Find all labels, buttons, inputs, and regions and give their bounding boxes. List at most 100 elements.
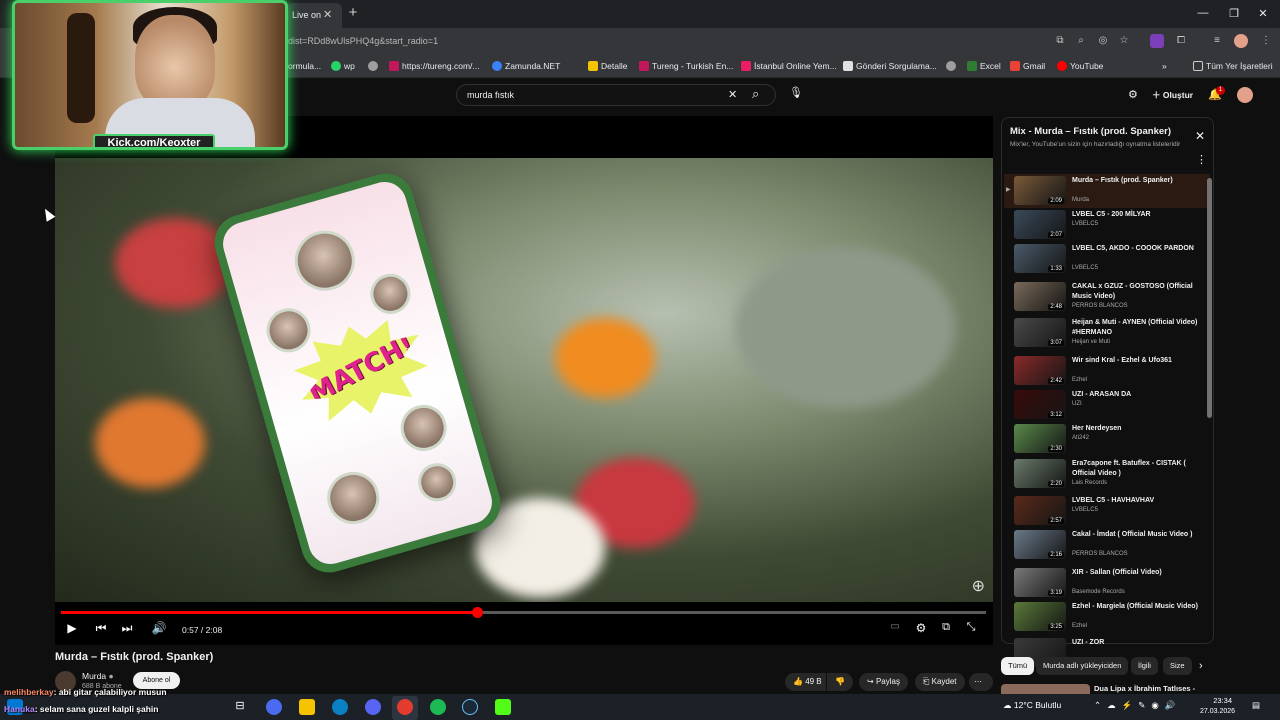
- playlist-thumbnail[interactable]: 1:33: [1014, 244, 1066, 273]
- url-field[interactable]: dist=RDd8wUlsPHQ4g&start_radio=1: [288, 36, 438, 46]
- playlist-scrollbar[interactable]: [1207, 178, 1212, 418]
- playlist-thumbnail[interactable]: 3:12: [1014, 390, 1066, 419]
- chip-for-you[interactable]: Size: [1163, 657, 1192, 675]
- playlist-item[interactable]: 3:19 XIR - Sallan (Official Video) Basemod…: [1004, 566, 1210, 600]
- extension-icon[interactable]: [1150, 34, 1164, 48]
- playlist-thumbnail[interactable]: 2:16: [1014, 530, 1066, 559]
- chevron-right-icon[interactable]: ›: [1199, 660, 1203, 672]
- playlist-item[interactable]: 2:07 LVBEL C5 - 200 MİLYAR LVBELC5: [1004, 208, 1210, 242]
- playlist-thumbnail[interactable]: 2:07: [1014, 210, 1066, 239]
- bookmark-item[interactable]: ormula...: [288, 61, 321, 71]
- bookmark-item[interactable]: İstanbul Online Yem...: [741, 61, 837, 71]
- playlist-thumbnail[interactable]: 3:25: [1014, 602, 1066, 631]
- playlist-thumbnail[interactable]: 2:42: [1014, 356, 1066, 385]
- bookmark-item[interactable]: [946, 61, 956, 71]
- bookmark-item[interactable]: Detalle: [588, 61, 627, 71]
- bookmark-item[interactable]: Zamunda.NET: [492, 61, 560, 71]
- bookmark-item[interactable]: wp: [331, 61, 355, 71]
- channel-name[interactable]: Murda ●: [82, 671, 114, 681]
- steam-icon[interactable]: [462, 699, 478, 715]
- more-vert-icon[interactable]: ⋮: [1196, 153, 1207, 166]
- search-icon[interactable]: ⌕: [752, 86, 759, 102]
- fullscreen-icon[interactable]: ⤡: [962, 621, 980, 634]
- all-bookmarks[interactable]: Tüm Yer İşaretleri: [1193, 61, 1273, 71]
- chip-all[interactable]: Tümü: [1001, 657, 1035, 675]
- playlist-item[interactable]: 2:16 Cakal - İmdat ( Official Music Video…: [1004, 528, 1210, 562]
- bookmark-item[interactable]: YouTube: [1057, 61, 1103, 71]
- task-view-icon[interactable]: ⊟: [232, 699, 248, 715]
- system-tray-icons[interactable]: ⌃☁⚡✎◉🔊: [1094, 700, 1181, 711]
- playlist-item[interactable]: ▶ 2:09 Murda – Fıstık (prod. Spanker) Murda: [1004, 174, 1210, 208]
- chip-related[interactable]: İlgili: [1131, 657, 1158, 675]
- puzzle-icon[interactable]: ⧠: [1174, 34, 1188, 48]
- playlist-item[interactable]: 2:20 Era7capone ft. Batuflex - CISTAK ( O…: [1004, 457, 1210, 491]
- more-actions-button[interactable]: ⋯: [969, 673, 993, 691]
- close-tab-icon[interactable]: ✕: [323, 8, 332, 21]
- profile-avatar[interactable]: [1234, 34, 1248, 48]
- clock-date[interactable]: 27.03.2026: [1200, 708, 1235, 715]
- bookmark-item[interactable]: Excel: [967, 61, 1001, 71]
- create-button[interactable]: ＋ Oluştur: [1152, 89, 1193, 101]
- playlist-item[interactable]: 3:12 UZI - ARASAN DA UZI: [1004, 388, 1210, 422]
- volume-icon[interactable]: 🔊: [150, 621, 168, 635]
- maximize-icon[interactable]: ❐: [1224, 7, 1244, 20]
- miniplayer-icon[interactable]: ⧉: [937, 621, 955, 634]
- playlist-item[interactable]: 2:30 Her Nerdeysen Ati242: [1004, 422, 1210, 456]
- install-icon[interactable]: ⧉: [1053, 34, 1067, 48]
- chrome-icon[interactable]: [397, 699, 413, 715]
- playlist-thumbnail[interactable]: 2:30: [1014, 424, 1066, 453]
- bookmark-item[interactable]: Tureng - Turkish En...: [639, 61, 733, 71]
- share-button[interactable]: ↪ Paylaş: [859, 673, 908, 691]
- next-icon[interactable]: ⏭: [118, 621, 136, 636]
- reading-list-icon[interactable]: ≡: [1210, 34, 1224, 48]
- zoom-icon[interactable]: ⌕: [1074, 34, 1088, 48]
- bookmark-item[interactable]: [368, 61, 378, 71]
- new-tab-icon[interactable]: +: [345, 5, 361, 21]
- playlist-thumbnail[interactable]: 2:09: [1014, 176, 1066, 205]
- previous-icon[interactable]: ⏮: [92, 621, 110, 636]
- bookmark-item[interactable]: Gmail: [1010, 61, 1045, 71]
- avatar[interactable]: [1237, 87, 1253, 103]
- play-icon[interactable]: ▶: [63, 621, 81, 635]
- bookmark-item[interactable]: Gönderi Sorgulama...: [843, 61, 937, 71]
- cast-icon[interactable]: ⚙: [1128, 88, 1138, 101]
- playlist-thumbnail[interactable]: 3:19: [1014, 568, 1066, 597]
- settings-gear-icon[interactable]: ⚙: [912, 621, 930, 635]
- clock-time[interactable]: 23:34: [1200, 696, 1232, 705]
- clear-search-icon[interactable]: ✕: [728, 88, 737, 101]
- playlist-thumbnail[interactable]: 2:48: [1014, 282, 1066, 311]
- next-video-title[interactable]: Dua Lipa x İbrahim Tatlıses -: [1094, 684, 1195, 693]
- playlist-thumbnail[interactable]: 2:57: [1014, 496, 1066, 525]
- notification-center-icon[interactable]: ▤: [1252, 700, 1260, 711]
- video-frame[interactable]: MATCH! ⊕: [55, 158, 993, 602]
- copilot-icon[interactable]: [266, 699, 282, 715]
- playlist-item[interactable]: 2:57 LVBEL C5 - HAVHAVHAV LVBELC5: [1004, 494, 1210, 528]
- chevron-right-icon[interactable]: »: [1162, 61, 1167, 71]
- minimize-icon[interactable]: —: [1193, 7, 1213, 19]
- close-window-icon[interactable]: ✕: [1253, 7, 1273, 20]
- edge-icon[interactable]: [332, 699, 348, 715]
- captions-icon[interactable]: ▭: [886, 621, 904, 632]
- playlist-thumbnail[interactable]: 2:20: [1014, 459, 1066, 488]
- playlist-item[interactable]: 2:42 Wir sind Kral - Ezhel & Ufo361 Ezhel: [1004, 354, 1210, 388]
- playlist-item[interactable]: 3:25 Ezhel - Margiela (Official Music Vid…: [1004, 600, 1210, 634]
- close-icon[interactable]: ✕: [1195, 129, 1205, 143]
- dislike-button[interactable]: 👎: [827, 673, 853, 691]
- menu-dots-icon[interactable]: ⋮: [1259, 34, 1273, 48]
- eye-off-icon[interactable]: ◎: [1096, 34, 1110, 48]
- chip-uploader[interactable]: Murda adlı yükleyiciden: [1036, 657, 1129, 675]
- playlist-item[interactable]: 2:48 CAKAL x GZUZ - GOSTOSO (Official Mus…: [1004, 280, 1210, 314]
- weather-widget[interactable]: ☁ 12°C Bulutlu: [1003, 700, 1061, 711]
- playlist-thumbnail[interactable]: 3:07: [1014, 318, 1066, 347]
- playlist-item[interactable]: 1:33 LVBEL C5, AKDO - COOOK PARDON LVBELC5: [1004, 242, 1210, 276]
- spotify-icon[interactable]: [430, 699, 446, 715]
- file-explorer-icon[interactable]: [299, 699, 315, 715]
- browser-tab[interactable]: Live on: [286, 3, 342, 28]
- next-video-thumbnail[interactable]: [1001, 684, 1090, 694]
- save-button[interactable]: ⎗ Kaydet: [915, 673, 965, 691]
- star-icon[interactable]: ☆: [1117, 34, 1131, 48]
- microphone-icon[interactable]: 🎙: [789, 86, 803, 100]
- kick-icon[interactable]: [495, 699, 511, 715]
- playlist-item[interactable]: 3:07 Heijan & Muti - AYNEN (Official Vide…: [1004, 316, 1210, 350]
- discord-icon[interactable]: [365, 699, 381, 715]
